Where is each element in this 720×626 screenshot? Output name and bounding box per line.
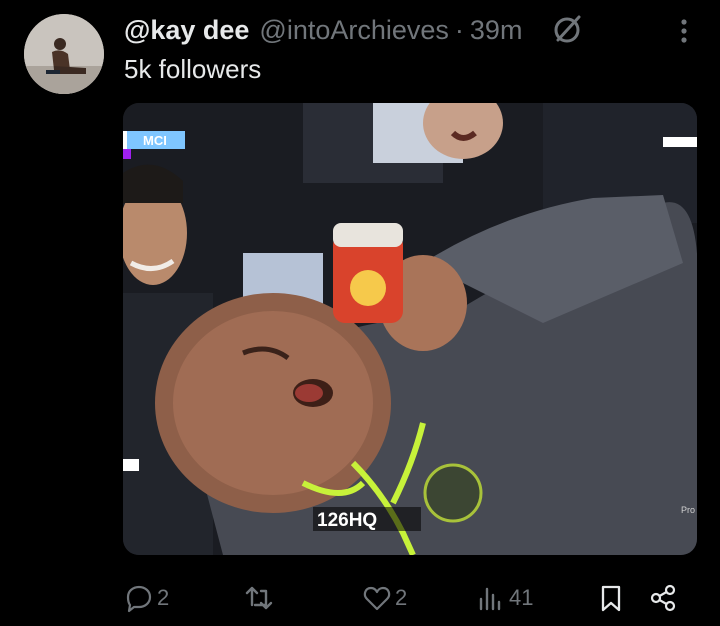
repost-icon <box>245 586 273 610</box>
watermark-text: 126HQ <box>317 510 377 531</box>
heart-icon <box>363 586 391 611</box>
scoreboard-badge: MCI <box>143 133 167 148</box>
corner-text: Pro <box>681 505 695 515</box>
views-count: 41 <box>509 585 534 610</box>
more-vertical-icon[interactable] <box>672 16 696 46</box>
views-icon <box>479 587 501 611</box>
post-text: 5k followers <box>124 54 262 84</box>
views-button[interactable]: 41 <box>476 580 533 616</box>
avatar[interactable] <box>24 14 104 94</box>
grok-icon[interactable] <box>550 13 584 47</box>
separator-dot: · <box>454 14 464 45</box>
repost-button[interactable] <box>244 580 277 616</box>
reply-count: 2 <box>157 585 170 610</box>
post-header: @kay dee @intoArchieves · 39m <box>124 10 700 50</box>
post-time[interactable]: 39m <box>470 15 523 46</box>
avatar-image <box>24 14 104 94</box>
bookmark-button[interactable] <box>596 580 629 616</box>
reply-button[interactable]: 2 <box>124 580 169 616</box>
post-media[interactable]: MCI 126HQ Pro <box>123 103 697 555</box>
share-button[interactable] <box>648 580 681 616</box>
author-name[interactable]: @kay dee <box>124 15 249 46</box>
action-bar: 2 2 41 <box>110 580 700 616</box>
bookmark-icon <box>601 585 621 612</box>
author-handle[interactable]: @intoArchieves <box>259 15 449 46</box>
share-icon <box>650 584 676 612</box>
like-button[interactable]: 2 <box>362 580 407 616</box>
reply-icon <box>126 585 152 613</box>
like-count: 2 <box>395 585 408 610</box>
